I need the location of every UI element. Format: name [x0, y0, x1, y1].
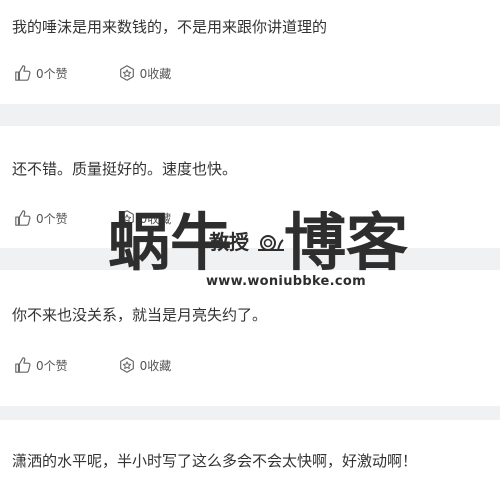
thumbs-up-icon — [15, 357, 31, 373]
favorite-button[interactable]: 0收藏 — [118, 209, 172, 227]
favorite-count: 0收藏 — [139, 66, 172, 81]
favorite-box-icon — [119, 357, 134, 373]
like-count: 0个赞 — [36, 66, 68, 81]
like-count: 0个赞 — [36, 211, 68, 226]
favorite-box-icon — [119, 210, 134, 226]
like-button[interactable]: 0个赞 — [14, 209, 68, 227]
favorite-box-icon — [119, 65, 134, 81]
thumbs-up-icon — [15, 65, 31, 81]
comment-card: 我的唾沫是用来数钱的，不是用来跟你讲道理的 0个赞 0收藏 — [0, 0, 500, 104]
like-count: 0个赞 — [36, 358, 68, 373]
comment-card: 还不错。质量挺好的。速度也快。 0个赞 0收藏 — [0, 126, 500, 248]
comment-card: 潇洒的水平呢，半小时写了这么多会不会太快啊，好激动啊！ — [0, 420, 500, 485]
thumbs-up-icon — [15, 210, 31, 226]
comment-card: 你不来也没关系，就当是月亮失约了。 0个赞 0收藏 — [0, 270, 500, 406]
favorite-count: 0收藏 — [139, 211, 172, 226]
favorite-button[interactable]: 0收藏 — [118, 64, 172, 82]
comment-text: 你不来也没关系，就当是月亮失约了。 — [12, 306, 268, 324]
favorite-count: 0收藏 — [139, 358, 172, 373]
favorite-button[interactable]: 0收藏 — [118, 356, 172, 374]
like-button[interactable]: 0个赞 — [14, 356, 68, 374]
like-button[interactable]: 0个赞 — [14, 64, 68, 82]
comment-text: 我的唾沫是用来数钱的，不是用来跟你讲道理的 — [12, 18, 328, 36]
comment-text: 还不错。质量挺好的。速度也快。 — [12, 160, 238, 178]
comment-text: 潇洒的水平呢，半小时写了这么多会不会太快啊，好激动啊！ — [12, 452, 418, 470]
